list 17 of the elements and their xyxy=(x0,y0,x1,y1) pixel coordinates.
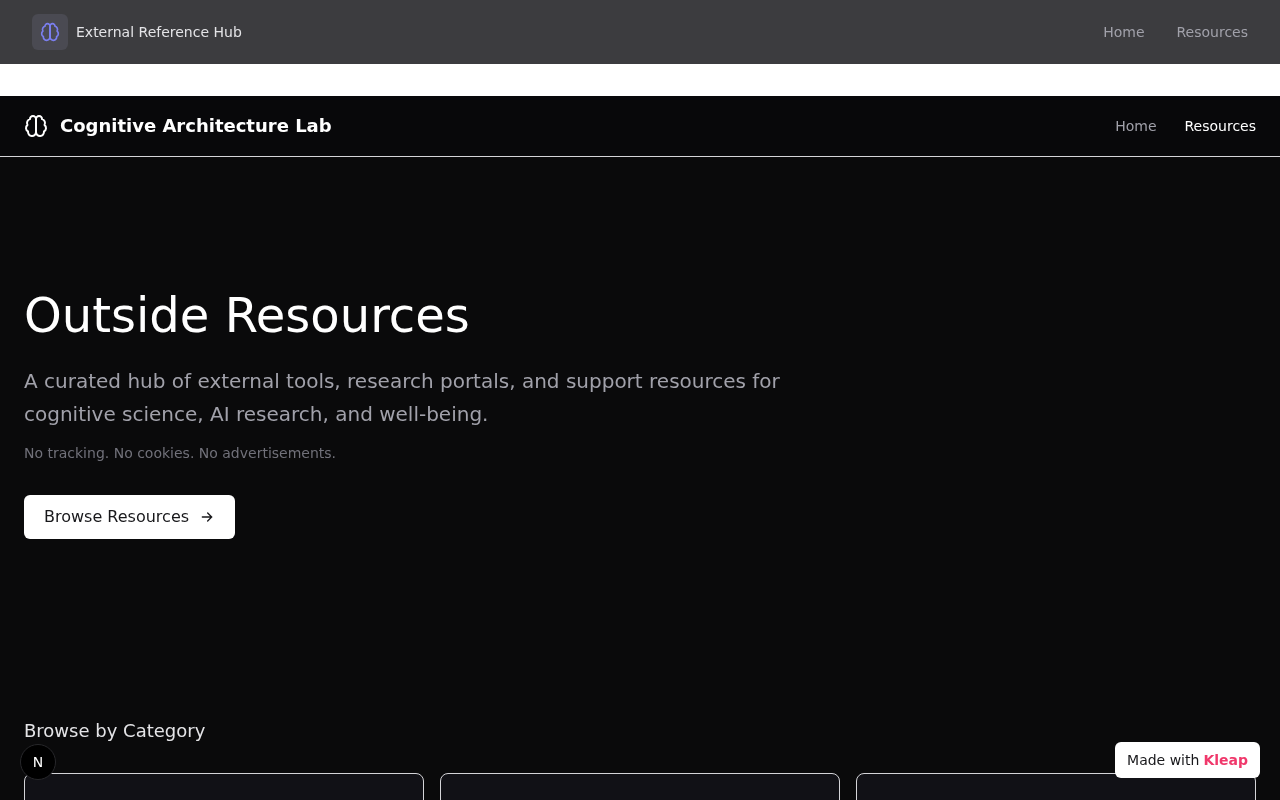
nav-link[interactable]: Home xyxy=(1103,22,1145,42)
nav-link[interactable]: Resources xyxy=(1184,116,1256,136)
hero-heading: Outside Resources xyxy=(24,286,471,345)
nav-link[interactable]: Resources xyxy=(1176,22,1248,42)
site-title: External Reference Hub xyxy=(76,23,242,42)
made-with-text: Made with xyxy=(1127,751,1200,770)
lab-title: Cognitive Architecture Lab xyxy=(60,114,332,138)
section-heading: Browse by Category xyxy=(24,719,207,743)
privacy-note: No tracking. No cookies. No advertisements. xyxy=(24,444,338,463)
nav-link[interactable]: Home xyxy=(1115,116,1157,136)
hero-lead: A curated hub of external tools, research portals, and support resources for cognitive science, AI research, and well-being. xyxy=(24,368,781,428)
brain-icon xyxy=(40,22,60,42)
brain-icon xyxy=(24,114,48,138)
made-with-badge[interactable]: Made with Kleap xyxy=(1115,742,1260,778)
browse-button[interactable]: Browse Resources xyxy=(24,495,236,539)
brand-name: Kleap xyxy=(1203,751,1248,770)
dev-badge[interactable]: N xyxy=(20,744,56,780)
